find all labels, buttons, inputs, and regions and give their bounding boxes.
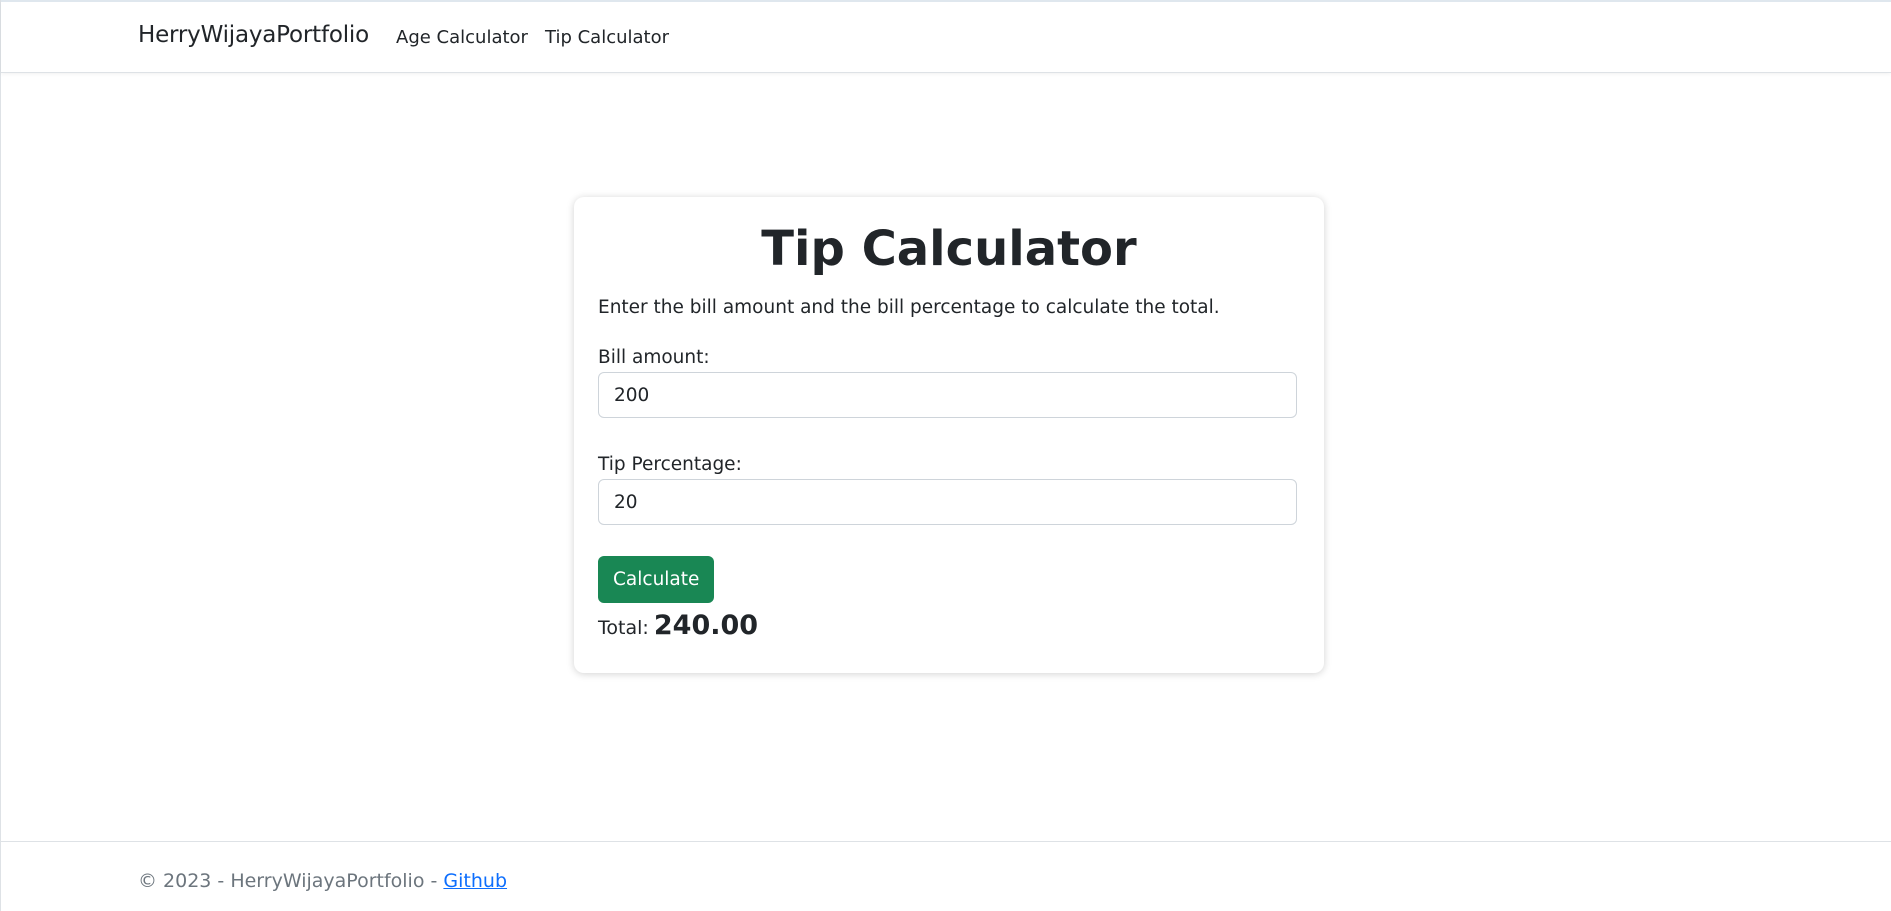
page-title: Tip Calculator (761, 221, 1137, 277)
navbar: HerryWijayaPortfolio Age Calculator Tip … (1, 0, 1891, 73)
bill-amount-label: Bill amount: (598, 347, 710, 368)
nav-link-age-calculator[interactable]: Age Calculator (396, 27, 528, 48)
footer: © 2023 - HerryWijayaPortfolio - Github (1, 841, 1891, 911)
description-text: Enter the bill amount and the bill perce… (598, 297, 1220, 318)
tip-calculator-card: Tip Calculator Enter the bill amount and… (574, 197, 1324, 673)
tip-percentage-input[interactable] (598, 479, 1297, 525)
github-link[interactable]: Github (443, 870, 507, 892)
bill-amount-input[interactable] (598, 372, 1297, 418)
total-label: Total: (598, 617, 649, 639)
nav-link-tip-calculator[interactable]: Tip Calculator (545, 27, 669, 48)
footer-copyright: © 2023 - HerryWijayaPortfolio - Github (138, 870, 507, 892)
total-value: 240.00 (653, 610, 759, 641)
total-row: Total: 240.00 (598, 610, 758, 641)
page: HerryWijayaPortfolio Age Calculator Tip … (0, 0, 1891, 911)
calculate-button[interactable]: Calculate (598, 556, 715, 603)
tip-percentage-label: Tip Percentage: (598, 454, 742, 475)
brand-link[interactable]: HerryWijayaPortfolio (138, 22, 369, 48)
footer-copyright-text: © 2023 - HerryWijayaPortfolio - (138, 870, 444, 892)
